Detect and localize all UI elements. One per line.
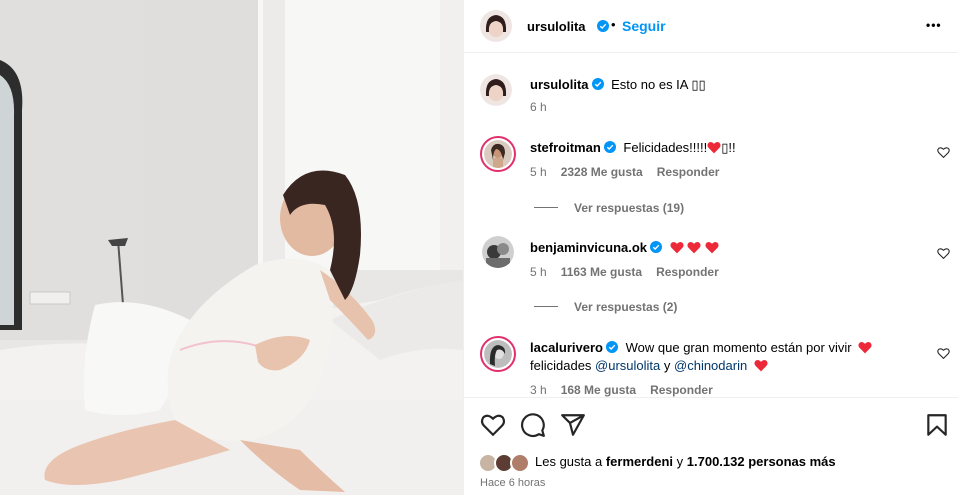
comment-likes[interactable]: 1163 Me gusta	[561, 265, 642, 279]
mention-link[interactable]: @chinodarin	[674, 358, 747, 373]
post-photo[interactable]	[0, 0, 463, 495]
liker-avatar[interactable]	[510, 453, 530, 473]
red-heart-emoji	[858, 341, 872, 354]
bookmark-icon[interactable]	[924, 412, 950, 438]
caption-text: Esto no es IA ▯▯	[611, 77, 706, 92]
verified-icon	[603, 141, 616, 153]
comment-like-icon[interactable]	[937, 146, 950, 159]
comment-conjunction: y	[660, 358, 675, 373]
caption-username[interactable]: ursulolita	[530, 77, 589, 92]
commenter-avatar[interactable]	[480, 136, 516, 172]
likes-count[interactable]: 1.700.132 personas más	[687, 454, 836, 469]
post-actions: Les gusta a fermerdeni y 1.700.132 perso…	[464, 397, 958, 495]
commenter-username[interactable]: lacalurivero	[530, 340, 603, 355]
comment-icon[interactable]	[520, 412, 546, 438]
share-icon[interactable]	[560, 412, 586, 438]
separator-dot: •	[611, 17, 616, 32]
follow-button[interactable]: Seguir	[622, 18, 666, 34]
red-heart-emoji	[707, 141, 721, 154]
photo-illustration	[0, 0, 463, 495]
verified-icon	[591, 78, 604, 90]
likes-user[interactable]: fermerdeni	[606, 454, 673, 469]
comment-text: Wow que gran momento están por vivir	[625, 340, 852, 355]
comment-text: Felicidades!!!!!	[623, 140, 708, 155]
comment-like-icon[interactable]	[937, 347, 950, 360]
verified-icon	[606, 341, 618, 353]
replies-line	[534, 207, 558, 208]
post-header: ursulolita • Seguir •••	[464, 0, 958, 53]
author-avatar[interactable]	[480, 10, 512, 42]
reply-button[interactable]: Responder	[650, 383, 713, 397]
post-time[interactable]: Hace 6 horas	[480, 477, 545, 489]
more-icon[interactable]: •••	[926, 18, 942, 32]
heart-icon[interactable]	[480, 412, 506, 438]
verified-icon	[650, 241, 663, 253]
caption-avatar[interactable]	[480, 74, 512, 106]
verified-icon	[597, 20, 609, 32]
comment-time: 5 h	[530, 265, 547, 279]
comment-text-end: ▯!!	[721, 140, 736, 155]
comment-likes[interactable]: 168 Me gusta	[561, 383, 636, 397]
commenter-avatar[interactable]	[480, 336, 516, 372]
comment-text-line2: felicidades	[530, 358, 596, 373]
likes-mid: y	[673, 454, 687, 469]
commenter-avatar[interactable]	[482, 236, 514, 268]
comment-item: lacalurivero Wow que gran momento están …	[464, 334, 958, 397]
comment-likes[interactable]: 2328 Me gusta	[561, 165, 643, 179]
post-panel: ursulolita • Seguir ••• ursulolita Esto …	[463, 0, 958, 495]
caption: ursulolita Esto no es IA ▯▯ 6 h	[464, 70, 958, 120]
replies-line	[534, 306, 558, 307]
view-replies-button[interactable]: Ver respuestas (2)	[534, 300, 677, 314]
author-username[interactable]: ursulolita	[527, 19, 586, 34]
comment-item: stefroitman Felicidades!!!!! ▯!! 5 h 2328 …	[464, 134, 958, 224]
comment-time: 3 h	[530, 383, 547, 397]
reply-button[interactable]: Responder	[657, 165, 720, 179]
view-replies-button[interactable]: Ver respuestas (19)	[534, 201, 684, 215]
likes-prefix: Les gusta a	[535, 454, 606, 469]
comment-item: benjaminvicuna.ok 5 h 1163 Me gusta Respon…	[464, 234, 958, 324]
comment-hearts	[670, 240, 719, 255]
caption-time: 6 h	[530, 100, 547, 114]
reply-button[interactable]: Responder	[656, 265, 719, 279]
comment-like-icon[interactable]	[937, 247, 950, 260]
mention-link[interactable]: @ursulolita	[595, 358, 660, 373]
commenter-username[interactable]: benjaminvicuna.ok	[530, 240, 647, 255]
red-heart-emoji	[754, 359, 768, 372]
comment-time: 5 h	[530, 165, 547, 179]
commenter-username[interactable]: stefroitman	[530, 140, 601, 155]
